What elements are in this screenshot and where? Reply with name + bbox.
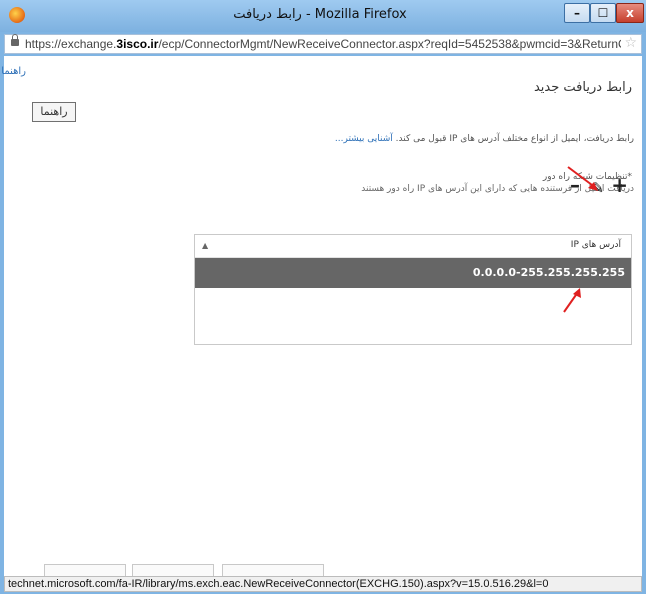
sort-ascending-icon[interactable]: ▲ bbox=[202, 241, 208, 250]
annotation-arrow-to-row bbox=[563, 288, 581, 313]
address-bar[interactable]: https://exchange.3isco.ir/ecp/ConnectorM… bbox=[4, 34, 642, 54]
close-button[interactable]: x bbox=[616, 3, 644, 23]
dialog-content: راهنما رابط دریافت جدید راهنما رابط دریا… bbox=[1, 56, 642, 580]
add-icon[interactable]: + bbox=[611, 175, 628, 195]
firefox-icon[interactable] bbox=[9, 7, 25, 23]
help-link[interactable]: راهنما bbox=[1, 66, 26, 77]
ip-addresses-column-header[interactable]: آدرس های IP bbox=[571, 240, 621, 250]
browser-window: Mozilla Firefox - رابط دریافت – ☐ x http… bbox=[0, 0, 646, 594]
window-title: Mozilla Firefox - رابط دریافت bbox=[233, 7, 407, 22]
help-button[interactable]: راهنما bbox=[32, 102, 76, 122]
annotation-arrow-to-edit bbox=[567, 166, 598, 191]
ip-range-value: 0.0.0.0-255.255.255.255 bbox=[472, 266, 625, 279]
url-text[interactable]: https://exchange.3isco.ir/ecp/ConnectorM… bbox=[25, 37, 621, 51]
connector-description: رابط دریافت، ایمیل از انواع مختلف آدرس ه… bbox=[335, 134, 634, 144]
page-title: رابط دریافت جدید bbox=[533, 80, 632, 95]
learn-more-link[interactable]: آشنایی بیشتر... bbox=[335, 134, 393, 144]
title-bar[interactable]: Mozilla Firefox - رابط دریافت – ☐ x bbox=[0, 0, 646, 32]
bookmark-star-icon[interactable]: ☆ bbox=[624, 35, 637, 51]
url-path: /ecp/ConnectorMgmt/NewReceiveConnector.a… bbox=[158, 37, 621, 51]
url-domain: 3isco.ir bbox=[116, 37, 159, 51]
grid-header[interactable]: آدرس های IP ▲ bbox=[195, 235, 631, 258]
status-url: technet.microsoft.com/fa-IR/library/ms.e… bbox=[8, 578, 549, 590]
minimize-button[interactable]: – bbox=[564, 3, 590, 23]
description-text: رابط دریافت، ایمیل از انواع مختلف آدرس ه… bbox=[392, 134, 634, 144]
lock-icon bbox=[11, 34, 19, 46]
table-row[interactable]: 0.0.0.0-255.255.255.255 bbox=[195, 258, 631, 288]
status-bar: technet.microsoft.com/fa-IR/library/ms.e… bbox=[4, 576, 642, 592]
url-prefix: https://exchange. bbox=[25, 37, 117, 51]
maximize-button[interactable]: ☐ bbox=[590, 3, 616, 23]
